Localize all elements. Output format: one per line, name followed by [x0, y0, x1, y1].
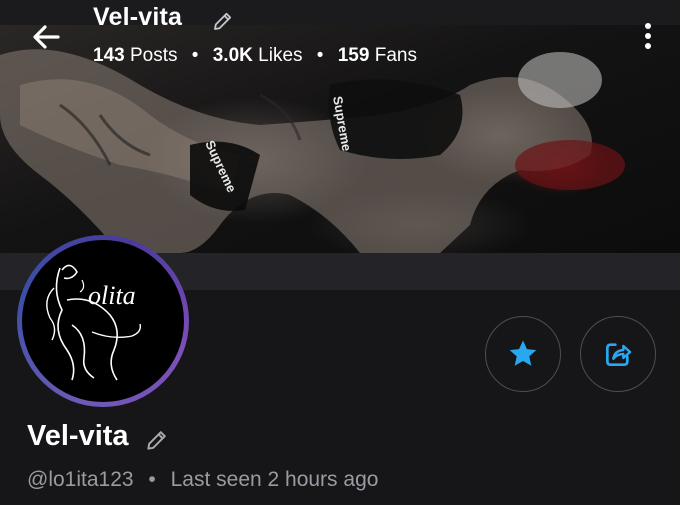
last-seen-status: Last seen 2 hours ago — [170, 468, 379, 491]
avatar[interactable]: olita — [22, 240, 184, 402]
more-options-button[interactable] — [636, 20, 660, 52]
header-title: Vel-vita — [93, 3, 183, 31]
header-stats: 143 Posts • 3.0K Likes • 159 Fans — [93, 45, 417, 67]
fans-count: 159 — [337, 45, 370, 66]
profile-subtitle: @lo1ita123 • Last seen 2 hours ago — [27, 468, 378, 492]
posts-label: Posts — [129, 45, 178, 66]
profile-page: Supreme Supreme Vel-vita 143 Posts • 3.0… — [0, 0, 680, 505]
more-vertical-icon — [645, 23, 651, 49]
profile-handle: @lo1ita123 — [27, 468, 134, 491]
avatar-logo-illustration: olita — [46, 264, 142, 381]
fans-label: Fans — [374, 45, 417, 66]
back-button[interactable] — [28, 21, 64, 53]
profile-name: Vel-vita — [27, 420, 129, 452]
share-icon — [606, 343, 632, 366]
favorite-button[interactable] — [485, 316, 561, 392]
star-icon — [509, 340, 537, 366]
avatar-logo-text: olita — [88, 281, 136, 310]
likes-label: Likes — [258, 45, 303, 66]
stats-separator: • — [316, 45, 324, 66]
pencil-icon[interactable] — [144, 427, 170, 453]
arrow-left-icon — [33, 25, 60, 49]
posts-count: 143 — [93, 45, 125, 66]
stats-separator: • — [191, 45, 199, 66]
subtitle-separator: • — [148, 468, 156, 491]
share-button[interactable] — [580, 316, 656, 392]
pencil-icon[interactable] — [211, 9, 235, 33]
likes-count: 3.0K — [212, 45, 253, 66]
